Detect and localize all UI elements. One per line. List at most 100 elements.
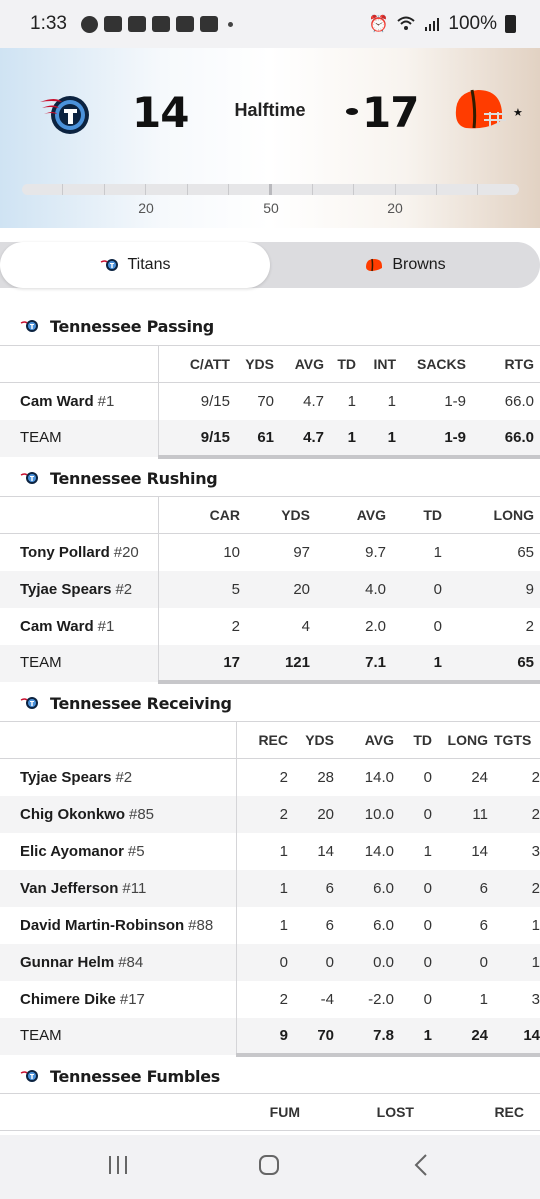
col-header[interactable]: AVG — [340, 721, 400, 759]
stat-cell: 3 — [531, 990, 540, 1008]
away-score: 17 — [362, 88, 419, 137]
stat-cell: 4.0 — [316, 570, 392, 608]
col-header[interactable]: AVG — [280, 345, 330, 383]
alarm-icon: ⏰ — [368, 16, 389, 33]
stat-cell: 1 — [387, 392, 396, 410]
col-header[interactable]: SACKS — [402, 345, 472, 383]
stat-cell: 2 — [279, 990, 288, 1008]
stat-cell: 1 — [392, 644, 448, 684]
stat-cell: 1-9 — [444, 392, 466, 410]
player-name[interactable]: David Martin-Robinson — [20, 917, 184, 934]
stat-cell: 65 — [448, 644, 540, 684]
col-header[interactable]: AVG — [316, 496, 392, 534]
stat-cell: 20 — [246, 570, 316, 608]
stat-cell: 14 — [471, 842, 488, 860]
player-number: #1 — [97, 617, 115, 635]
fumbles-table: FUM LOST REC — [0, 1093, 540, 1131]
stat-cell: 14 — [494, 1017, 540, 1057]
browns-helmet-icon[interactable] — [448, 86, 508, 136]
table-row: Chimere Dike #17 2 -4 -2.0 0 1 3 — [0, 980, 540, 1018]
receiving-section-header: Tennessee Receiving — [0, 683, 540, 723]
col-header[interactable]: CAR — [158, 496, 246, 534]
stat-cell: 2.0 — [365, 617, 386, 635]
col-header[interactable]: YDS — [236, 345, 280, 383]
col-header[interactable]: RTG — [472, 345, 540, 383]
stat-cell: 61 — [236, 419, 280, 459]
player-name[interactable]: Elic Ayomanor — [20, 843, 124, 860]
col-header[interactable]: TD — [400, 721, 438, 759]
player-name[interactable]: Cam Ward — [20, 618, 94, 635]
home-score: 14 — [132, 88, 189, 137]
stat-cell: 65 — [517, 543, 534, 561]
stat-cell: 1 — [236, 869, 294, 907]
player-name[interactable]: Tyjae Spears — [20, 581, 111, 598]
col-header[interactable]: INT — [362, 345, 402, 383]
col-header[interactable]: C/ATT — [158, 345, 236, 383]
stat-cell: 2 — [231, 617, 240, 635]
fumbles-section-header: Tennessee Fumbles — [0, 1056, 540, 1096]
stat-cell: 0 — [236, 943, 294, 981]
stat-cell: 0 — [423, 916, 432, 934]
col-header[interactable]: LOST — [306, 1093, 420, 1131]
battery-icon — [505, 15, 516, 33]
recent-apps-icon[interactable] — [106, 1153, 130, 1177]
notification-app-icon — [80, 15, 98, 33]
stat-cell: 1 — [347, 392, 356, 410]
stat-cell: 17 — [158, 644, 246, 684]
tab-titans[interactable]: Titans — [0, 242, 270, 288]
player-name[interactable]: Chimere Dike — [20, 991, 116, 1008]
rushing-section-header: Tennessee Rushing — [0, 458, 540, 498]
player-number: #20 — [113, 543, 139, 561]
stat-cell: 9 — [448, 570, 540, 608]
system-nav-bar — [0, 1135, 540, 1199]
col-header[interactable]: YDS — [246, 496, 316, 534]
back-icon[interactable] — [410, 1153, 434, 1177]
stat-cell: 0 — [294, 943, 340, 981]
stat-cell: 6 — [325, 916, 334, 934]
youtube-icon-2 — [199, 16, 218, 32]
col-header[interactable]: LONG — [448, 496, 540, 534]
tab-browns-label: Browns — [392, 256, 446, 273]
titans-logo-icon[interactable] — [36, 88, 96, 138]
browns-helmet-icon — [366, 258, 383, 272]
col-header[interactable]: LONG — [438, 721, 494, 759]
stat-cell: 24 — [438, 1017, 494, 1057]
stat-cell: 9 — [236, 1017, 294, 1057]
stat-cell: 1 — [479, 990, 488, 1008]
table-row: Cam Ward #1 9/15 70 4.7 1 1 1-9 66.0 — [0, 382, 540, 420]
player-name[interactable]: Gunnar Helm — [20, 954, 114, 971]
player-name[interactable]: Chig Okonkwo — [20, 806, 125, 823]
col-header[interactable]: TD — [330, 345, 362, 383]
stat-cell: 2 — [525, 617, 534, 635]
stat-cell: 97 — [293, 543, 310, 561]
stat-cell: 10 — [223, 543, 240, 561]
player-name[interactable]: Cam Ward — [20, 393, 94, 410]
tab-browns[interactable]: Browns — [270, 242, 540, 288]
stat-cell: 1 — [330, 419, 362, 459]
stat-cell: 28 — [317, 768, 334, 786]
stat-cell: 0 — [392, 570, 448, 608]
player-name[interactable]: Van Jefferson — [20, 880, 118, 897]
team-total-row: TEAM 9 70 7.8 1 24 14 — [0, 1017, 540, 1057]
player-name[interactable]: Tyjae Spears — [20, 769, 111, 786]
home-icon[interactable] — [257, 1153, 281, 1177]
team-label: TEAM — [0, 419, 159, 457]
stat-cell: 6 — [294, 869, 340, 907]
stat-cell: 4.7 — [303, 392, 324, 410]
titans-logo-icon — [20, 472, 38, 484]
col-header[interactable]: REC — [420, 1093, 540, 1131]
player-number: #88 — [188, 916, 214, 934]
player-name[interactable]: Tony Pollard — [20, 544, 110, 561]
rushing-table: CAR YDS AVG TD LONG Tony Pollard #20 10 9… — [0, 496, 540, 684]
snapchat-icon — [103, 16, 122, 32]
table-row: David Martin-Robinson #88 1 6 6.0 0 6 1 — [0, 906, 540, 944]
player-number: #11 — [122, 879, 147, 897]
stat-cell: 0 — [438, 943, 494, 981]
col-header[interactable]: TD — [392, 496, 448, 534]
team-total-row: TEAM 9/15 61 4.7 1 1 1-9 66.0 — [0, 419, 540, 459]
col-header[interactable]: FUM — [160, 1093, 306, 1131]
col-header[interactable]: YDS — [294, 721, 340, 759]
col-header[interactable]: TGTS — [494, 721, 540, 759]
col-header[interactable]: REC — [236, 721, 294, 759]
favorite-star-icon[interactable]: ★ — [513, 106, 523, 119]
